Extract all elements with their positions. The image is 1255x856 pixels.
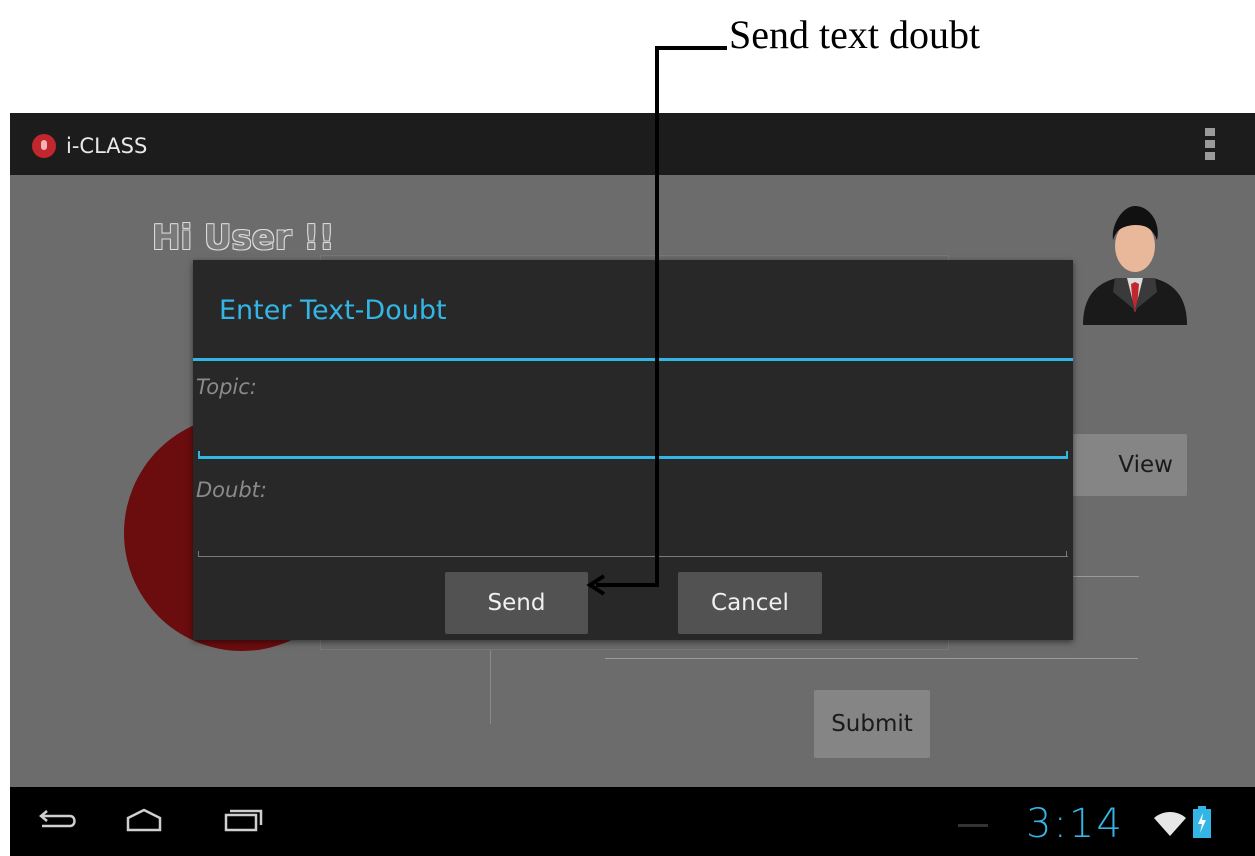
recent-apps-icon[interactable]	[224, 809, 263, 832]
topic-underline	[1066, 451, 1068, 457]
topic-input[interactable]	[198, 380, 1068, 460]
doubt-underline	[198, 556, 1068, 557]
cancel-button[interactable]: Cancel	[678, 572, 822, 634]
home-icon[interactable]	[126, 808, 162, 832]
avatar	[1083, 206, 1187, 325]
dialog-title: Enter Text-Doubt	[219, 295, 447, 326]
doubt-input[interactable]	[198, 480, 1068, 558]
field-underline	[1073, 576, 1139, 577]
microphone-icon	[32, 134, 56, 158]
annotation-label: Send text doubt	[729, 12, 981, 57]
topic-underline	[198, 456, 1068, 459]
topic-underline	[198, 451, 200, 457]
overflow-menu-icon[interactable]	[1205, 128, 1217, 162]
greeting-heading: Hi User !!	[152, 218, 335, 258]
field-underline	[605, 658, 1138, 659]
doubt-underline	[198, 551, 199, 557]
submit-button[interactable]: Submit	[814, 690, 930, 758]
doubt-underline	[1066, 551, 1067, 557]
battery-charging-icon	[1193, 806, 1211, 838]
wifi-icon	[1154, 812, 1186, 836]
action-bar	[10, 113, 1255, 175]
doubt-hint: Doubt:	[196, 478, 267, 502]
topic-hint: Topic:	[196, 375, 257, 399]
notification-indicator	[958, 824, 988, 827]
status-clock: 3:14	[1026, 801, 1124, 847]
app-title: i-CLASS	[66, 134, 148, 158]
send-button[interactable]: Send	[445, 572, 588, 634]
back-icon[interactable]	[39, 810, 76, 828]
divider	[490, 650, 491, 724]
dialog-divider	[193, 358, 1073, 361]
nav-buttons	[39, 808, 263, 832]
